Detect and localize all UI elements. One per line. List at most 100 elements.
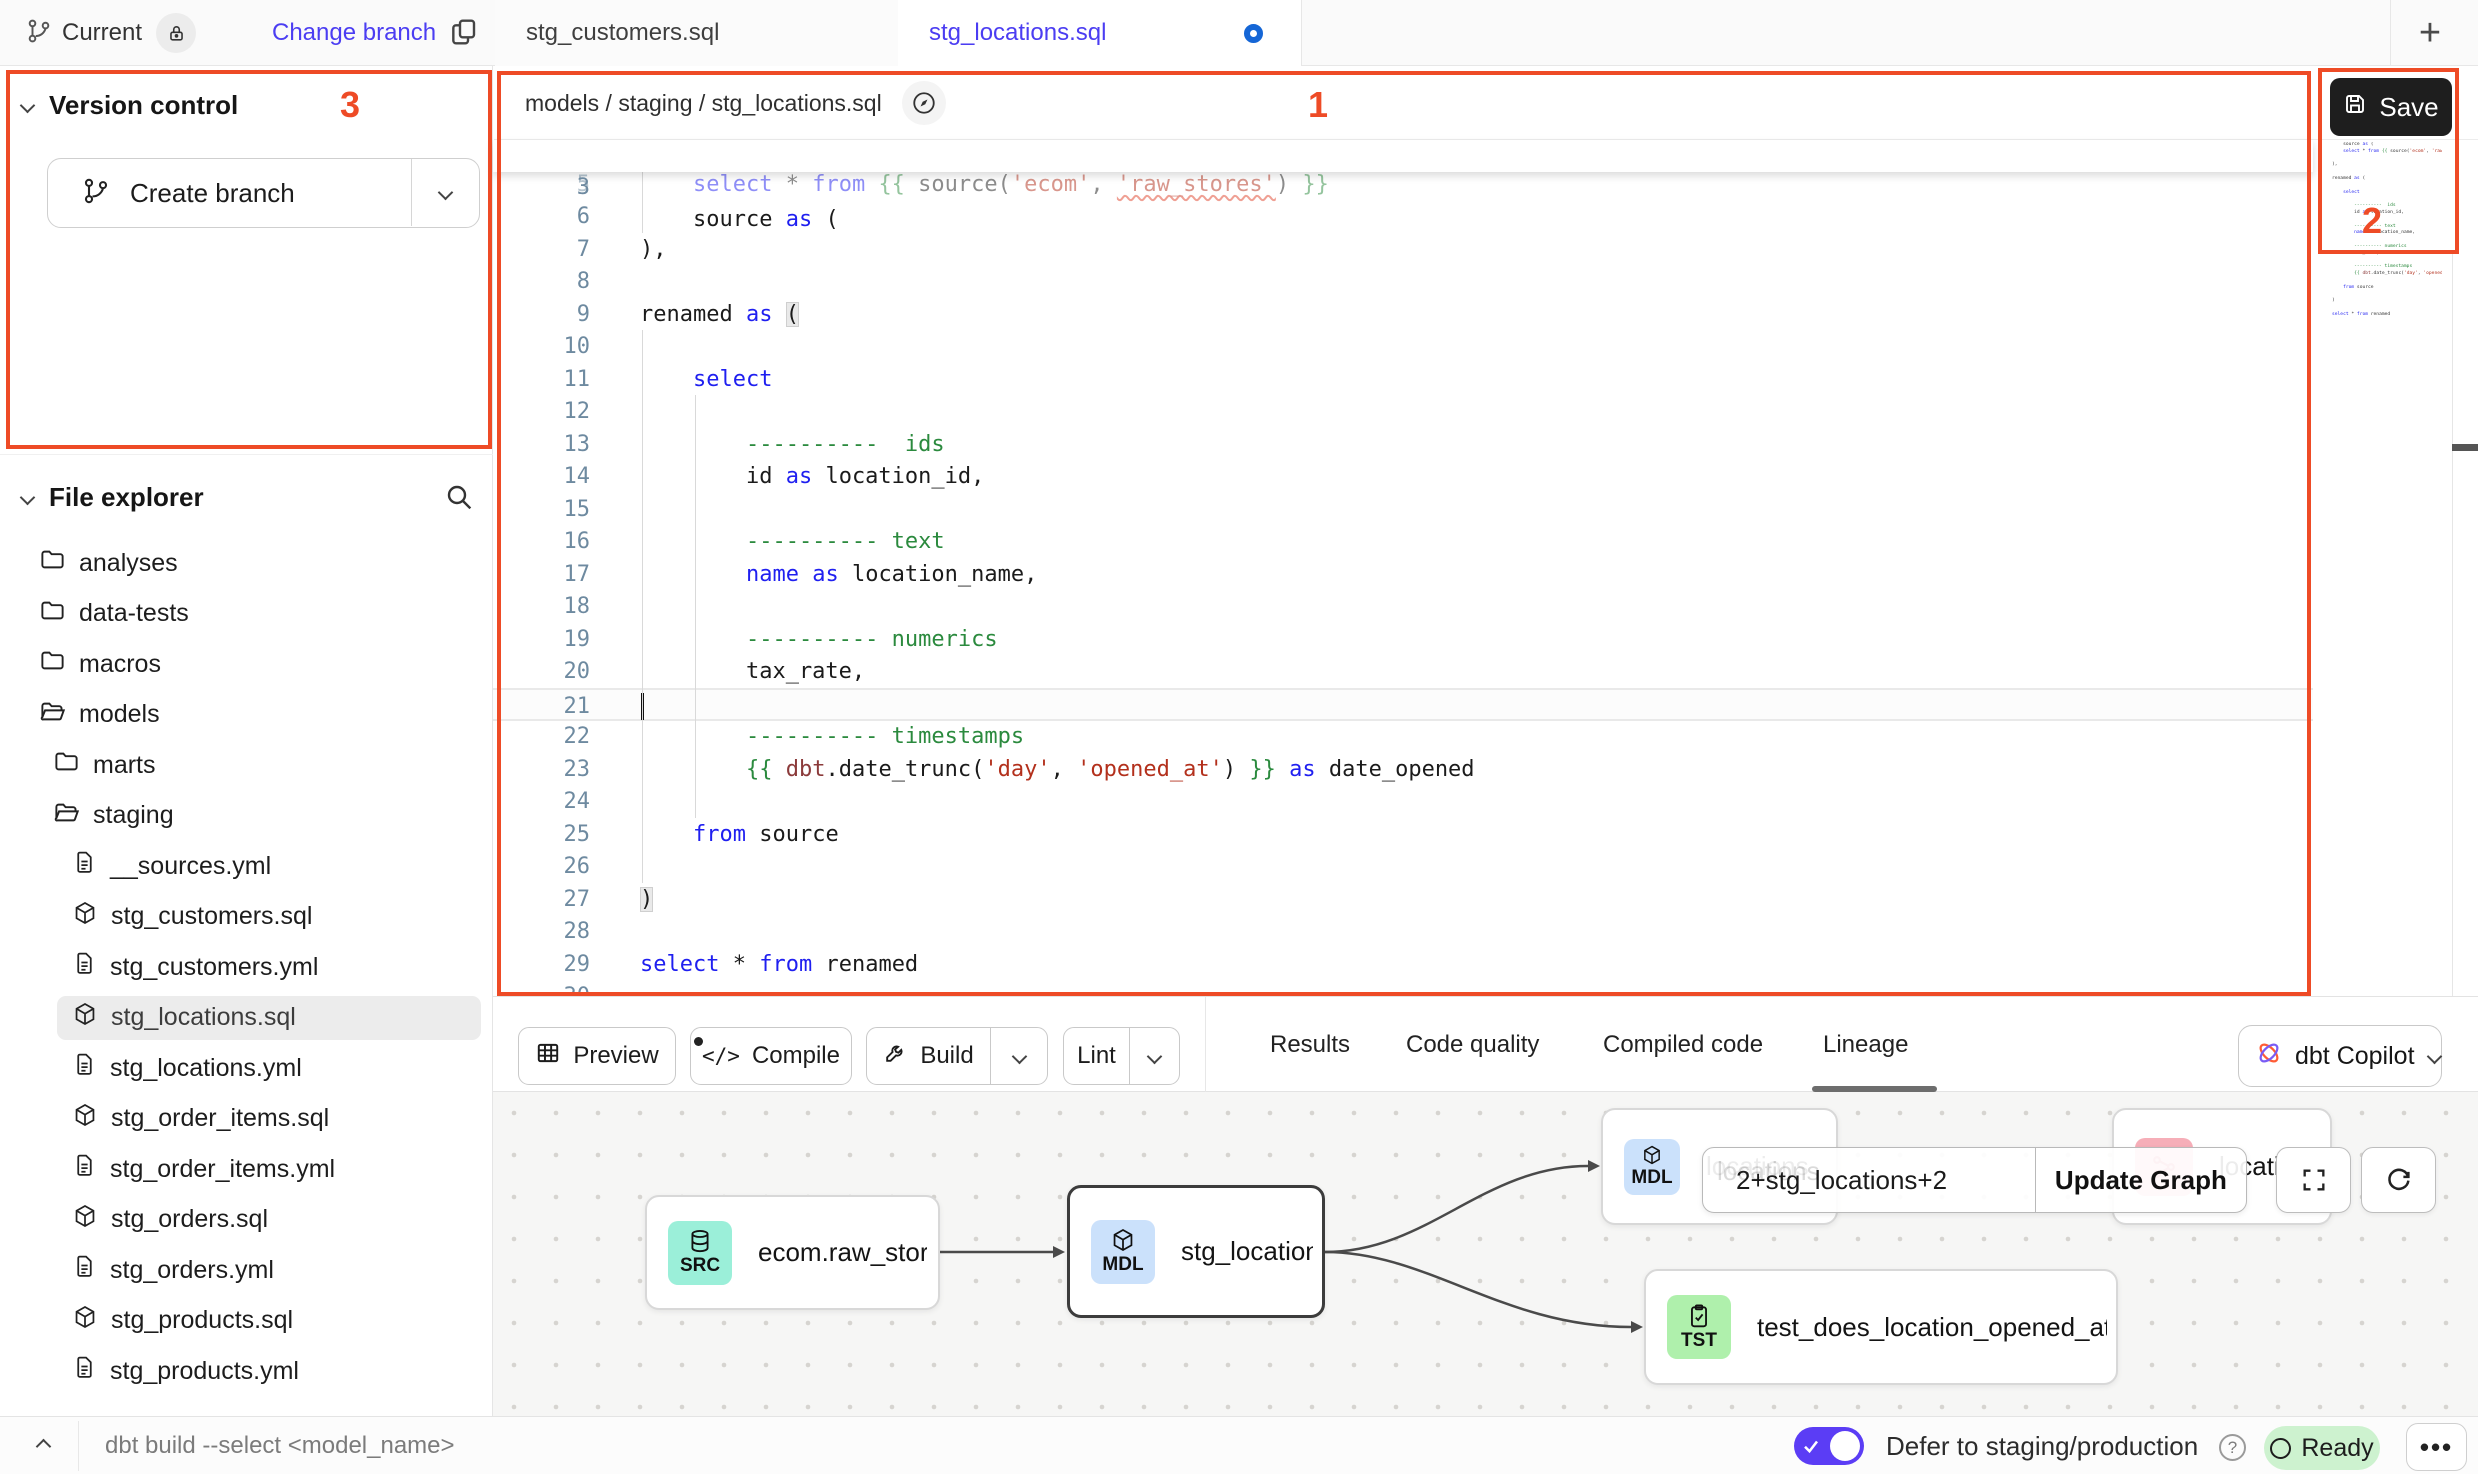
- code-line-19[interactable]: 19 ---------- numerics: [493, 623, 2313, 656]
- change-branch-link[interactable]: Change branch: [272, 0, 436, 66]
- tab-results[interactable]: Results: [1270, 997, 1350, 1092]
- code-line-14[interactable]: 14 id as location_id,: [493, 460, 2313, 493]
- line-number: 17: [493, 558, 590, 591]
- defer-toggle[interactable]: [1794, 1427, 1864, 1465]
- code-line-20[interactable]: 20 tax_rate,: [493, 655, 2313, 688]
- panel-resize-handle[interactable]: [2452, 444, 2478, 451]
- save-button[interactable]: Save: [2330, 78, 2452, 136]
- collapse-panel-icon[interactable]: [26, 1431, 60, 1461]
- code-line-15[interactable]: 15: [493, 493, 2313, 526]
- code-line-24[interactable]: 24: [493, 785, 2313, 818]
- tab-stg-customers-sql[interactable]: stg_customers.sql: [495, 0, 898, 66]
- code-line-22[interactable]: 22 ---------- timestamps: [493, 720, 2313, 753]
- code-text: select: [640, 363, 772, 396]
- lineage-node-tst[interactable]: TSTtest_does_location_opened_at_trunc_t.…: [1644, 1269, 2118, 1385]
- file-tree-item-stg-order-items-yml[interactable]: stg_order_items.yml: [0, 1144, 493, 1195]
- file-name: stg_order_items.yml: [110, 1155, 335, 1184]
- code-line-12[interactable]: 12: [493, 395, 2313, 428]
- code-line-26[interactable]: 26: [493, 850, 2313, 883]
- dbt-copilot-icon: [2255, 1039, 2283, 1074]
- tab-compiled-code[interactable]: Compiled code: [1603, 997, 1763, 1092]
- new-tab-button[interactable]: +: [2404, 12, 2456, 54]
- code-text: ): [640, 883, 653, 916]
- update-graph-button[interactable]: Update Graph: [2035, 1148, 2246, 1212]
- version-control-header[interactable]: Version control: [0, 80, 493, 130]
- code-line-18[interactable]: 18: [493, 590, 2313, 623]
- code-line-23[interactable]: 23 {{ dbt.date_trunc('day', 'opened_at')…: [493, 753, 2313, 786]
- file-tree-item--sources-yml[interactable]: __sources.yml: [0, 841, 493, 892]
- tab-lineage[interactable]: Lineage: [1823, 997, 1908, 1092]
- file-tree-item-macros[interactable]: macros: [0, 639, 493, 690]
- read-only-lock-badge: [156, 13, 196, 53]
- file-tree-item-stg-products-sql[interactable]: stg_products.sql: [0, 1296, 493, 1347]
- code-line-10[interactable]: 10: [493, 330, 2313, 363]
- code-token: renamed: [640, 302, 746, 327]
- file-tree-item-data-tests[interactable]: data-tests: [0, 589, 493, 640]
- dbt-copilot-button[interactable]: dbt Copilot: [2238, 1025, 2442, 1087]
- file-tree-item-stg-locations-sql[interactable]: stg_locations.sql: [0, 993, 493, 1044]
- help-icon[interactable]: ?: [2219, 1434, 2246, 1461]
- code-line-5[interactable]: 5 select * from {{ source('ecom', 'raw_s…: [493, 172, 2313, 201]
- model-icon: [72, 1304, 98, 1337]
- more-options-button[interactable]: •••: [2406, 1423, 2467, 1471]
- copy-icon[interactable]: [448, 16, 480, 53]
- code-line-11[interactable]: 11 select: [493, 363, 2313, 396]
- minimap-line: [2332, 169, 2442, 176]
- search-icon[interactable]: [443, 481, 475, 513]
- minimap[interactable]: source as ( select * from {{ source('eco…: [2332, 142, 2442, 338]
- file-tree-item-stg-orders-yml[interactable]: stg_orders.yml: [0, 1245, 493, 1296]
- save-label: Save: [2379, 92, 2438, 123]
- file-tree-item-stg-customers-yml[interactable]: stg_customers.yml: [0, 942, 493, 993]
- file-tree-item-stg-orders-sql[interactable]: stg_orders.sql: [0, 1195, 493, 1246]
- file-tree-item-stg-locations-yml[interactable]: stg_locations.yml: [0, 1043, 493, 1094]
- file-tree-item-stg-order-items-sql[interactable]: stg_order_items.sql: [0, 1094, 493, 1145]
- code-token: location_name,: [839, 562, 1038, 587]
- lineage-node-mdl[interactable]: MDLstg_locations: [1067, 1185, 1325, 1318]
- chevron-down-icon: [2426, 1048, 2442, 1064]
- code-line-9[interactable]: 9renamed as (: [493, 298, 2313, 331]
- create-branch-button[interactable]: Create branch: [47, 158, 480, 228]
- code-line-25[interactable]: 25 from source: [493, 818, 2313, 851]
- tab-stg-locations-sql[interactable]: stg_locations.sql: [898, 0, 1301, 66]
- lineage-selector-input[interactable]: locations 2+stg_locations+2: [1703, 1148, 2035, 1212]
- file-tree-item-staging[interactable]: staging: [0, 791, 493, 842]
- tab-code-quality[interactable]: Code quality: [1406, 997, 1539, 1092]
- lineage-canvas[interactable]: SRCecom.raw_storesMDLstg_locationsMDLloc…: [493, 1092, 2478, 1416]
- code-line-13[interactable]: 13 ---------- ids: [493, 428, 2313, 461]
- lint-dropdown[interactable]: [1129, 1028, 1179, 1084]
- preview-button[interactable]: Preview: [518, 1027, 676, 1085]
- code-token: ---------- ids: [640, 432, 945, 457]
- file-tree-item-models[interactable]: models: [0, 690, 493, 741]
- code-token: ,: [1051, 757, 1078, 782]
- file-tree-item-stg-customers-sql[interactable]: stg_customers.sql: [0, 892, 493, 943]
- code-token: as: [786, 464, 813, 489]
- status-badge[interactable]: Ready: [2264, 1426, 2380, 1470]
- file-tree-item-analyses[interactable]: analyses: [0, 538, 493, 589]
- code-line-16[interactable]: 16 ---------- text: [493, 525, 2313, 558]
- file-tree-item-marts[interactable]: marts: [0, 740, 493, 791]
- code-line-17[interactable]: 17 name as location_name,: [493, 558, 2313, 591]
- lineage-node-src[interactable]: SRCecom.raw_stores: [645, 1195, 940, 1310]
- refresh-button[interactable]: [2361, 1147, 2436, 1213]
- compile-label: Compile: [752, 1042, 840, 1070]
- file-tree-item-stg-products-yml[interactable]: stg_products.yml: [0, 1346, 493, 1397]
- build-dropdown[interactable]: [990, 1028, 1047, 1084]
- open-docs-icon[interactable]: [902, 81, 946, 125]
- lint-button[interactable]: Lint: [1063, 1027, 1180, 1085]
- code-line-27[interactable]: 27): [493, 883, 2313, 916]
- code-line-30[interactable]: 30: [493, 980, 2313, 996]
- compile-button[interactable]: </> Compile: [690, 1027, 852, 1085]
- file-explorer-header[interactable]: File explorer: [0, 472, 493, 522]
- build-button[interactable]: Build: [866, 1027, 1048, 1085]
- create-branch-dropdown[interactable]: [411, 159, 479, 226]
- code-line-7[interactable]: 7),: [493, 233, 2313, 266]
- code-line-8[interactable]: 8: [493, 265, 2313, 298]
- command-input[interactable]: dbt build --select <model_name>: [105, 1417, 455, 1474]
- code-editor[interactable]: 5 select * from {{ source('ecom', 'raw_s…: [493, 140, 2313, 996]
- code-line-29[interactable]: 29select * from renamed: [493, 948, 2313, 981]
- file-name: models: [79, 700, 160, 729]
- fullscreen-button[interactable]: [2276, 1147, 2351, 1213]
- code-line-21[interactable]: 21: [493, 688, 2313, 721]
- code-token: *: [719, 952, 759, 977]
- code-line-28[interactable]: 28: [493, 915, 2313, 948]
